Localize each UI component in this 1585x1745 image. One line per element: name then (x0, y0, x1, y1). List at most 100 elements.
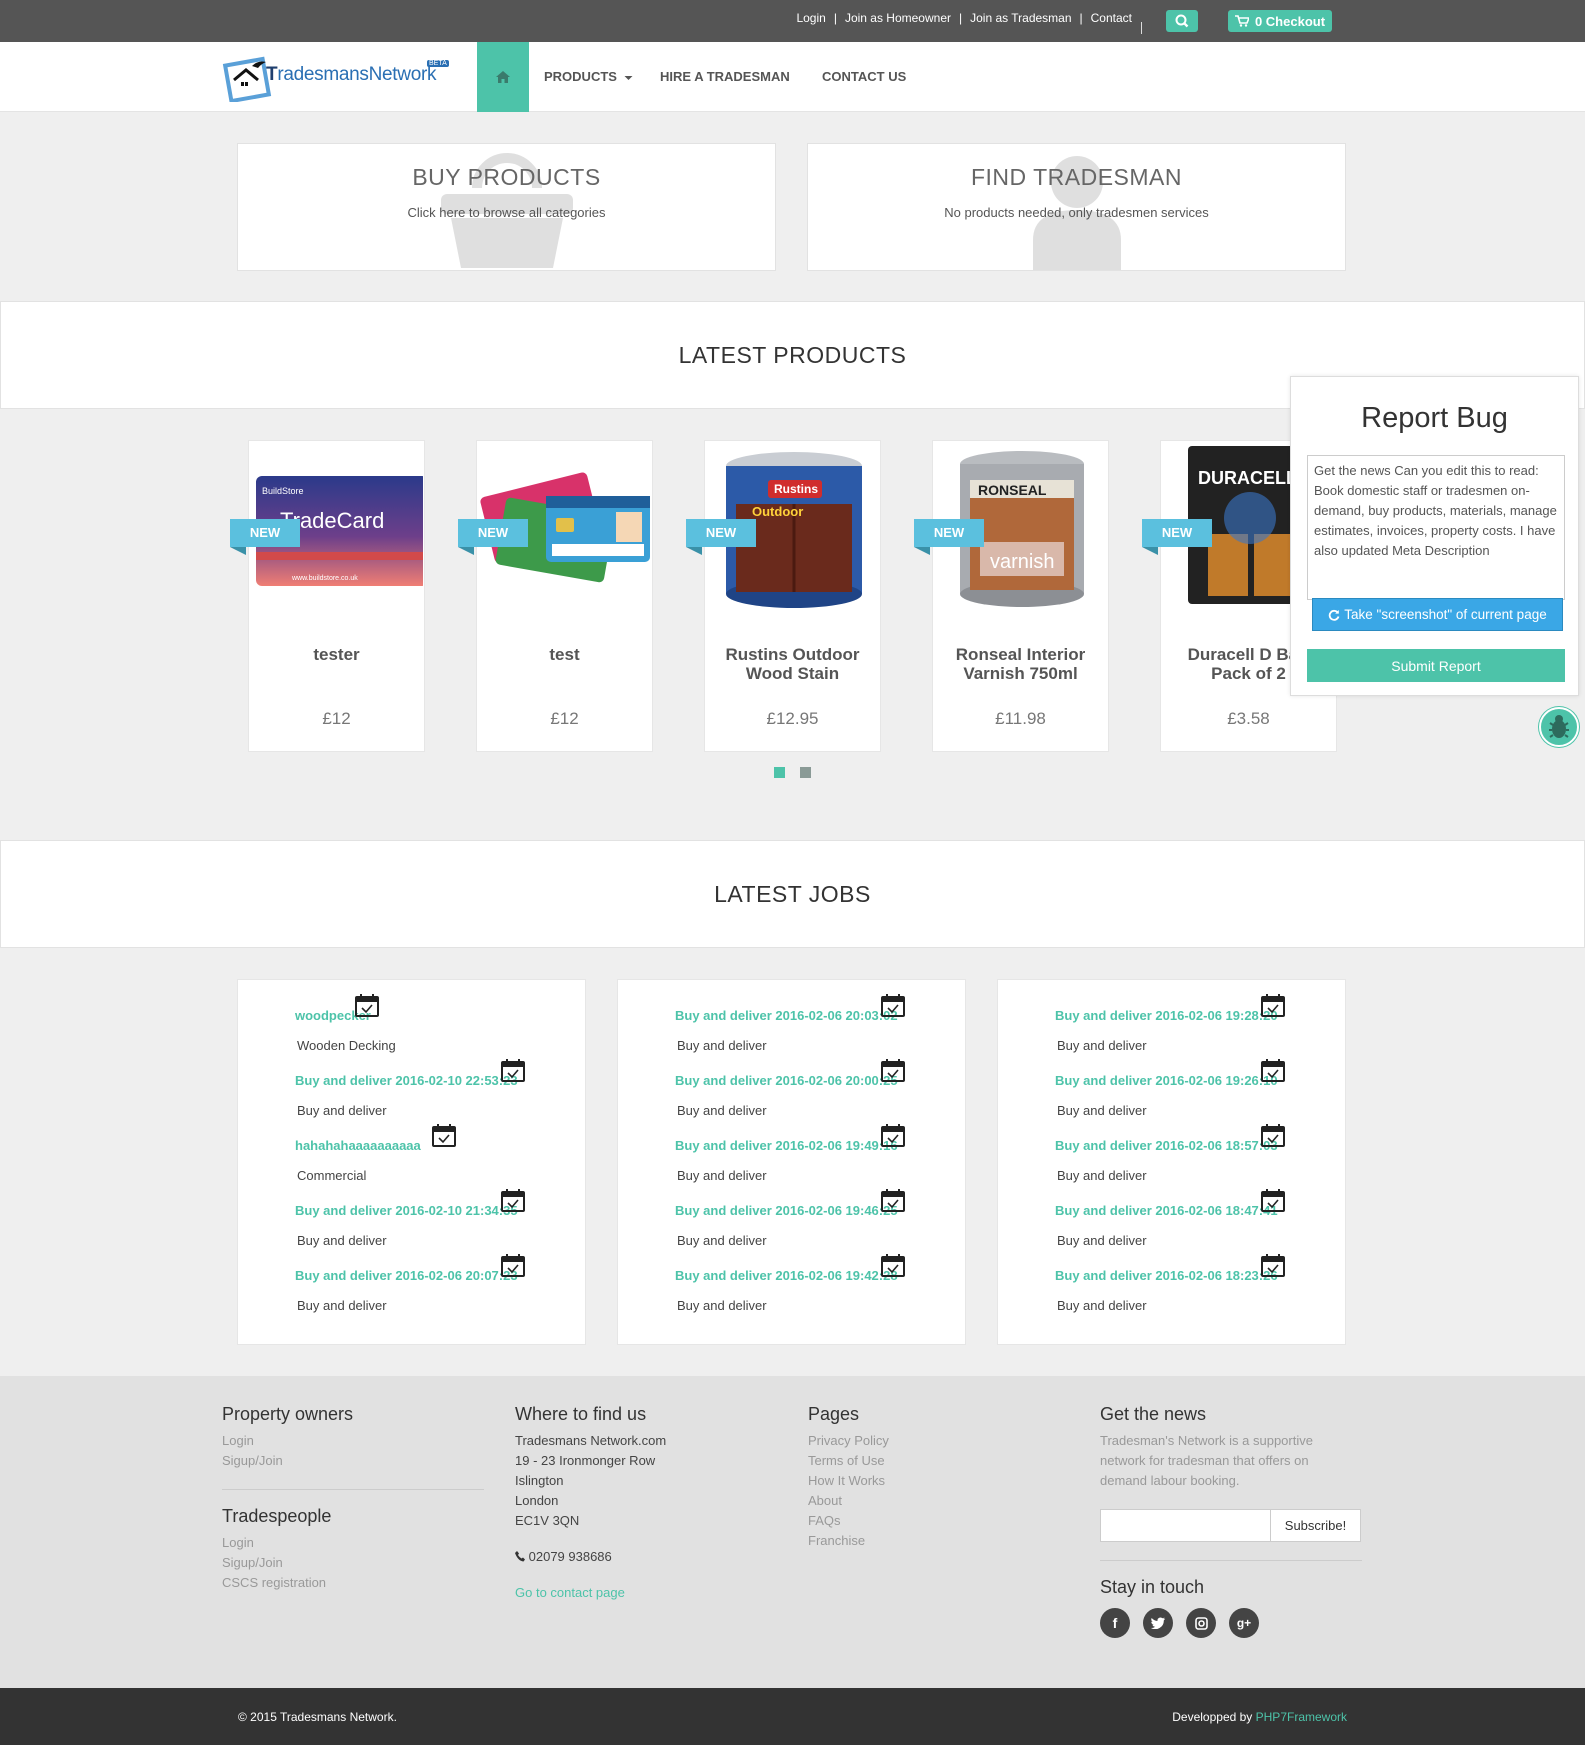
job-item[interactable]: Buy and deliver 2016-02-06 18:23:26 Buy a… (1055, 1254, 1285, 1324)
buy-products-card[interactable]: BUY PRODUCTS Click here to browse all ca… (237, 143, 776, 271)
subscribe-button[interactable]: Subscribe! (1270, 1509, 1361, 1542)
job-title-link[interactable]: Buy and deliver 2016-02-06 20:00:25 (675, 1073, 898, 1088)
top-link-login[interactable]: Login (796, 11, 825, 25)
job-description: Buy and deliver (677, 1233, 767, 1248)
job-title-link[interactable]: Buy and deliver 2016-02-06 20:07:23 (295, 1268, 518, 1283)
find-tradesman-text: No products needed, only tradesmen servi… (944, 205, 1209, 220)
job-item[interactable]: Buy and deliver 2016-02-06 19:28:20 Buy a… (1055, 994, 1285, 1064)
job-item[interactable]: Buy and deliver 2016-02-10 21:34:35 Buy a… (295, 1189, 525, 1259)
footer-link[interactable]: Sigup/Join (222, 1553, 484, 1573)
new-tag: NEW (1142, 519, 1212, 555)
bottom-bar: © 2015 Tradesmans Network. Developped by… (0, 1688, 1585, 1745)
svg-text:Outdoor: Outdoor (752, 504, 803, 519)
product-card[interactable]: RONSEAL varnish NEW Ronseal Interior Var… (914, 440, 1109, 752)
top-link-join-homeowner[interactable]: Join as Homeowner (845, 11, 951, 25)
job-title-link[interactable]: Buy and deliver 2016-02-06 18:23:26 (1055, 1268, 1278, 1283)
footer-link[interactable]: Login (222, 1533, 484, 1553)
footer-pages-col: Pages Privacy Policy Terms of Use How It… (808, 1404, 1070, 1551)
product-card[interactable]: BuildStore TradeCard www.buildstore.co.u… (230, 440, 425, 752)
report-bug-title: Report Bug (1361, 402, 1508, 434)
job-item[interactable]: woodpecker Wooden Decking (295, 994, 396, 1064)
search-button[interactable] (1166, 10, 1198, 32)
calendar-icon (1261, 994, 1285, 1017)
footer-owners-col: Property owners Login Sigup/Join Tradesp… (222, 1404, 484, 1593)
nav-home[interactable] (477, 42, 529, 112)
job-title-link[interactable]: Buy and deliver 2016-02-06 19:28:20 (1055, 1008, 1278, 1023)
job-item[interactable]: hahahahaaaaaaaaaa Commercial (295, 1124, 456, 1194)
job-title-link[interactable]: Buy and deliver 2016-02-06 19:42:28 (675, 1268, 898, 1283)
job-item[interactable]: Buy and deliver 2016-02-06 18:47:41 Buy a… (1055, 1189, 1285, 1259)
submit-report-button[interactable]: Submit Report (1307, 649, 1565, 682)
subscribe-email-input[interactable] (1100, 1509, 1271, 1542)
footer-link[interactable]: Franchise (808, 1531, 1070, 1551)
job-item[interactable]: Buy and deliver 2016-02-06 19:42:28 Buy a… (675, 1254, 905, 1324)
facebook-icon[interactable]: f (1100, 1608, 1130, 1638)
bug-description-field[interactable]: Get the news Can you edit this to read: … (1307, 455, 1565, 600)
svg-text:www.buildstore.co.uk: www.buildstore.co.uk (291, 575, 358, 582)
product-card[interactable]: NEW test £12 (458, 440, 653, 752)
address-line: EC1V 3QN (515, 1513, 580, 1528)
product-name[interactable]: tester (255, 645, 418, 664)
social-links: f g+ (1100, 1608, 1362, 1642)
job-item[interactable]: Buy and deliver 2016-02-06 18:57:03 Buy a… (1055, 1124, 1285, 1194)
job-description: Buy and deliver (1057, 1038, 1147, 1053)
top-link-contact[interactable]: Contact (1091, 11, 1132, 25)
job-title-link[interactable]: Buy and deliver 2016-02-06 19:46:25 (675, 1203, 898, 1218)
job-title-link[interactable]: Buy and deliver 2016-02-06 19:26:10 (1055, 1073, 1278, 1088)
top-link-join-tradesman[interactable]: Join as Tradesman (970, 11, 1071, 25)
site-logo[interactable]: TradesmansNetwork BETA (222, 52, 449, 102)
job-title-link[interactable]: Buy and deliver 2016-02-06 19:49:16 (675, 1138, 898, 1153)
job-item[interactable]: Buy and deliver 2016-02-06 20:07:23 Buy a… (295, 1254, 525, 1324)
developer-link[interactable]: PHP7Framework (1256, 1710, 1347, 1724)
take-screenshot-button[interactable]: Take "screenshot" of current page (1312, 598, 1563, 631)
footer-link[interactable]: Sigup/Join (222, 1451, 484, 1471)
job-title-link[interactable]: Buy and deliver 2016-02-10 22:53:23 (295, 1073, 518, 1088)
job-item[interactable]: Buy and deliver 2016-02-06 20:03:02 Buy a… (675, 994, 905, 1064)
find-tradesman-card[interactable]: FIND TRADESMAN No products needed, only … (807, 143, 1346, 271)
job-title-link[interactable]: hahahahaaaaaaaaaa (295, 1138, 421, 1153)
nav-products[interactable]: PRODUCTS (544, 69, 633, 84)
nav-hire-tradesman[interactable]: HIRE A TRADESMAN (660, 69, 790, 84)
job-description: Buy and deliver (677, 1298, 767, 1313)
report-bug-toggle[interactable] (1539, 707, 1579, 747)
job-title-link[interactable]: Buy and deliver 2016-02-10 21:34:35 (295, 1203, 518, 1218)
footer-link[interactable]: Login (222, 1431, 484, 1451)
cart-icon (1234, 15, 1249, 27)
job-item[interactable]: Buy and deliver 2016-02-06 19:49:16 Buy a… (675, 1124, 905, 1194)
product-name[interactable]: test (483, 645, 646, 664)
carousel-dot-active[interactable] (774, 767, 785, 778)
job-description: Buy and deliver (297, 1298, 387, 1313)
footer-link[interactable]: Terms of Use (808, 1451, 1070, 1471)
job-title-link[interactable]: Buy and deliver 2016-02-06 20:03:02 (675, 1008, 898, 1023)
carousel-dot[interactable] (800, 767, 811, 778)
checkout-button[interactable]: 0 Checkout (1228, 10, 1332, 32)
product-card[interactable]: Rustins Outdoor NEW Rustins Outdoor Wood… (686, 440, 881, 752)
job-item[interactable]: Buy and deliver 2016-02-06 20:00:25 Buy a… (675, 1059, 905, 1129)
contact-page-link[interactable]: Go to contact page (515, 1583, 777, 1603)
instagram-icon[interactable] (1186, 1608, 1216, 1638)
footer-link[interactable]: About (808, 1491, 1070, 1511)
job-item[interactable]: Buy and deliver 2016-02-10 22:53:23 Buy a… (295, 1059, 525, 1129)
nav-contact-us[interactable]: CONTACT US (822, 69, 906, 84)
svg-text:varnish: varnish (990, 551, 1054, 573)
job-item[interactable]: Buy and deliver 2016-02-06 19:26:10 Buy a… (1055, 1059, 1285, 1129)
search-icon (1175, 14, 1189, 28)
job-title-link[interactable]: Buy and deliver 2016-02-06 18:57:03 (1055, 1138, 1278, 1153)
news-text-line: Tradesman's Network is a supportive (1100, 1433, 1313, 1448)
job-title-link[interactable]: Buy and deliver 2016-02-06 18:47:41 (1055, 1203, 1278, 1218)
footer-link[interactable]: How It Works (808, 1471, 1070, 1491)
footer-news-col: Get the news Tradesman's Network is a su… (1100, 1404, 1362, 1642)
product-name[interactable]: Rustins Outdoor Wood Stain (711, 645, 874, 683)
google-plus-icon[interactable]: g+ (1229, 1608, 1259, 1638)
product-name[interactable]: Ronseal Interior Varnish 750ml (939, 645, 1102, 683)
footer-heading: Stay in touch (1100, 1577, 1205, 1597)
product-price: £11.98 (995, 709, 1046, 728)
svg-text:RONSEAL: RONSEAL (978, 482, 1047, 498)
footer-link[interactable]: Privacy Policy (808, 1431, 1070, 1451)
footer-link[interactable]: FAQs (808, 1511, 1070, 1531)
jobs-column: woodpecker Wooden Decking Buy and deliver … (237, 979, 586, 1345)
twitter-icon[interactable] (1143, 1608, 1173, 1638)
latest-jobs-banner: LATEST JOBS (0, 840, 1585, 948)
job-item[interactable]: Buy and deliver 2016-02-06 19:46:25 Buy a… (675, 1189, 905, 1259)
footer-link[interactable]: CSCS registration (222, 1573, 484, 1593)
